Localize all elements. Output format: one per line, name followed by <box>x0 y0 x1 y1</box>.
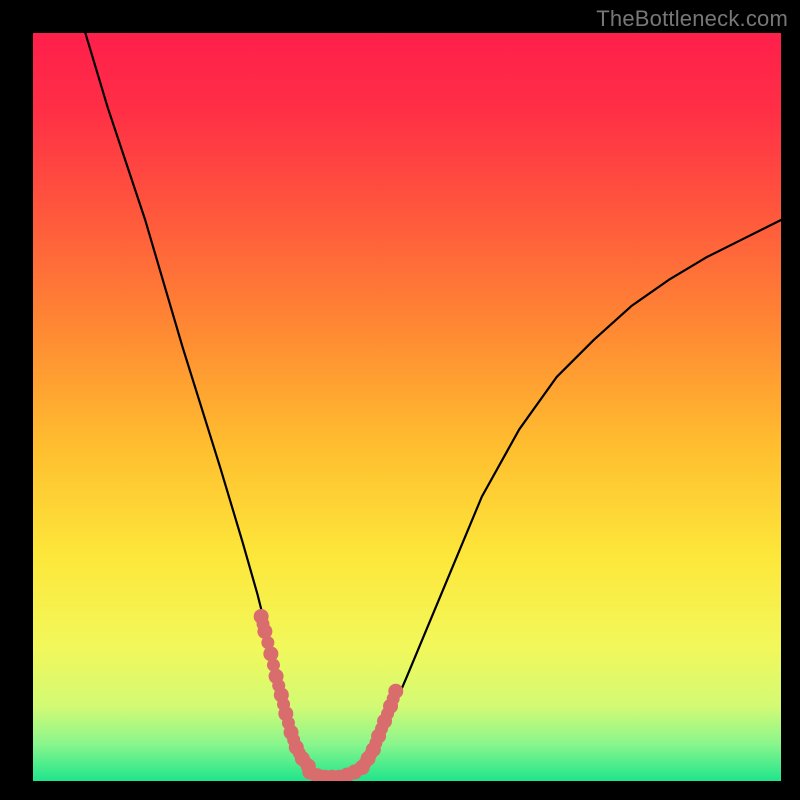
highlight-dot <box>277 698 290 711</box>
chart-svg <box>33 33 781 781</box>
chart-plot-area <box>33 33 781 781</box>
highlight-dot <box>257 617 270 630</box>
highlight-dot <box>375 722 388 735</box>
highlight-dot <box>261 636 274 649</box>
watermark-text: TheBottleneck.com <box>596 6 788 32</box>
highlight-dot <box>387 692 400 705</box>
highlight-dot <box>381 707 394 720</box>
highlight-dot <box>369 736 382 749</box>
chart-background <box>33 33 781 781</box>
highlight-dot <box>282 717 295 730</box>
highlight-dot <box>364 748 377 761</box>
highlight-dot <box>267 659 280 672</box>
highlight-dot <box>287 733 300 746</box>
highlight-dot <box>272 679 285 692</box>
